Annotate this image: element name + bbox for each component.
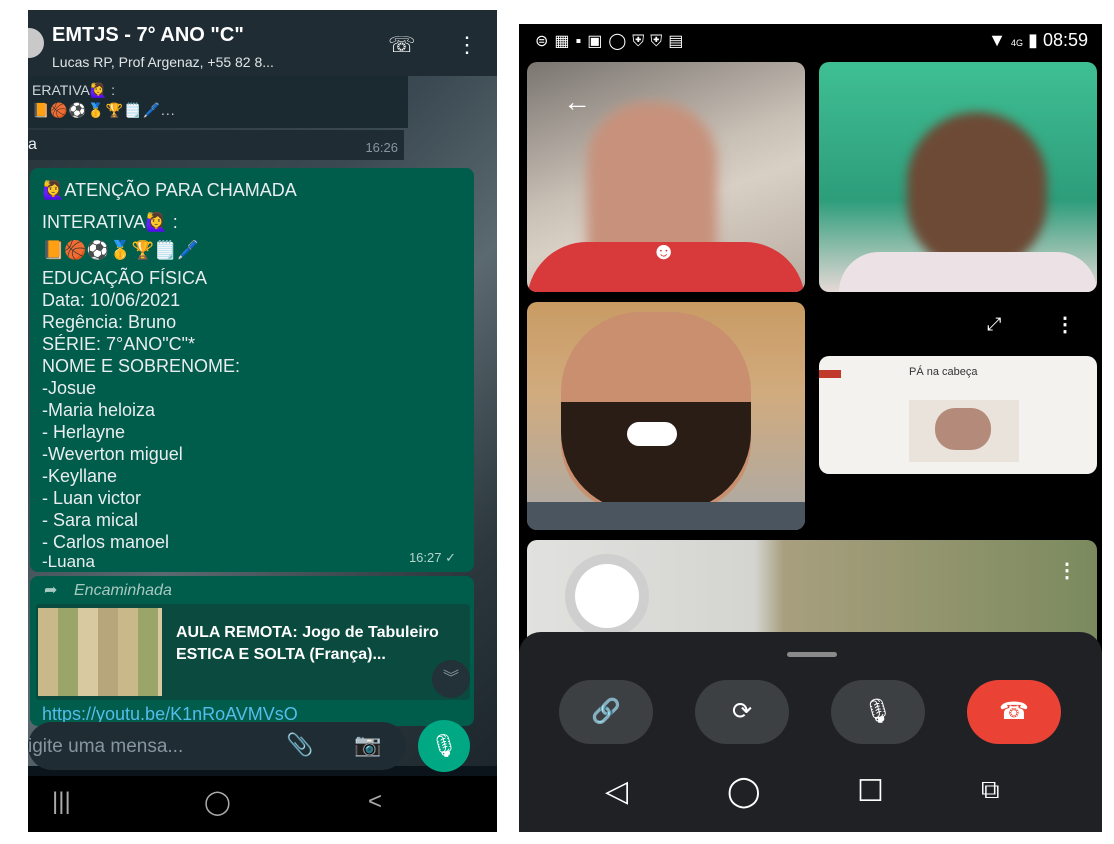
network-label: 4G — [1011, 38, 1024, 48]
status-bar: ⊜▦▪▣◯⛨⛨▤ ▼ 4G ▮ 08:59 — [519, 24, 1102, 58]
message-line: INTERATIVA🙋‍♀️ : — [42, 212, 178, 232]
participant-tile[interactable]: ← ☻ — [527, 62, 805, 292]
link-preview-thumbnail — [38, 608, 162, 696]
flip-camera-icon[interactable]: ⟳ — [695, 680, 789, 744]
call-controls: 🔗 ⟳ 🎙 ☎ ◁ ◯ ☐ ⧉ — [519, 632, 1102, 832]
notification-icons: ⊜▦▪▣◯⛨⛨▤ — [535, 33, 690, 50]
home-button[interactable]: ◯ — [204, 788, 231, 817]
effects-icon[interactable]: ☻ — [651, 238, 676, 266]
screen-share-slide[interactable]: PÁ na cabeça — [819, 356, 1097, 474]
attendance-message[interactable]: 🙋‍♀️ATENÇÃO PARA CHAMADA INTERATIVA🙋‍♀️ … — [30, 168, 474, 572]
android-nav-bar: ||| ◯ < — [28, 776, 497, 832]
message-line: Data: 10/06/2021 — [42, 290, 181, 310]
self-avatar-inner — [575, 564, 639, 628]
video-call-panel: ⊜▦▪▣◯⛨⛨▤ ▼ 4G ▮ 08:59 ← ☻ ⤢ ⋮ PÁ na cabe… — [519, 24, 1102, 832]
quoted-line-2: 📙🏀⚽🥇🏆🗒️🖊️... — [32, 102, 176, 118]
message-line: -Maria heloiza — [42, 400, 156, 420]
message-line: -Weverton miguel — [42, 444, 183, 464]
slide-accent — [819, 370, 841, 378]
slide-figure — [935, 408, 991, 450]
previous-message-time: 16:26 — [365, 140, 398, 155]
clock: 08:59 — [1042, 30, 1088, 50]
message-line: - Herlayne — [42, 422, 126, 442]
wifi-icon: ▼ — [988, 30, 1006, 50]
participant-body — [839, 252, 1097, 292]
more-vert-icon[interactable]: ⋮ — [1055, 312, 1075, 337]
message-time: 16:27 ✓ — [408, 550, 456, 565]
more-vert-icon[interactable]: ⋮ — [1057, 558, 1077, 583]
quoted-line-1: ERATIVA🙋‍♀️ : — [32, 82, 116, 98]
message-line: EDUCAÇÃO FÍSICA — [42, 268, 208, 288]
presentation-controls: ⤢ ⋮ — [819, 314, 1097, 344]
home-button[interactable]: ◯ — [727, 774, 761, 809]
group-title[interactable]: EMTJS - 7° ANO "C" — [52, 24, 244, 47]
back-arrow-icon[interactable]: ← — [563, 86, 591, 118]
more-vert-icon[interactable]: ⋮ — [456, 32, 478, 58]
message-line: -Keyllane — [42, 466, 118, 486]
group-members[interactable]: Lucas RP, Prof Argenaz, +55 82 8... — [52, 54, 274, 70]
participant-body — [527, 502, 805, 530]
message-line: -Luana — [42, 552, 95, 571]
fullscreen-icon[interactable]: ⤢ — [987, 314, 1001, 335]
message-input-placeholder: igite uma mensa... — [28, 736, 184, 757]
participant-mouth — [627, 422, 677, 446]
status-right: ▼ 4G ▮ 08:59 — [988, 30, 1088, 51]
message-input[interactable]: igite uma mensa... 📎 📷 — [28, 722, 406, 770]
slide-title: PÁ na cabeça — [909, 366, 978, 378]
forwarded-label: Encaminhada — [74, 582, 172, 599]
previous-message[interactable]: a 16:26 — [28, 130, 404, 160]
group-avatar[interactable] — [28, 28, 44, 58]
mic-icon[interactable]: 🎙 — [831, 680, 925, 744]
message-line: - Luan victor — [42, 488, 142, 508]
link-preview-title: AULA REMOTA: Jogo de Tabuleiro ESTICA E … — [176, 624, 439, 663]
link-preview-card[interactable]: AULA REMOTA: Jogo de Tabuleiro ESTICA E … — [36, 604, 470, 700]
scroll-down-icon[interactable]: ︾ — [432, 660, 470, 698]
whatsapp-panel: EMTJS - 7° ANO "C" Lucas RP, Prof Argena… — [28, 10, 497, 832]
message-line: SÉRIE: 7°ANO"C"* — [42, 334, 196, 354]
camera-icon[interactable]: 📷 — [354, 732, 381, 758]
participant-face — [907, 112, 1047, 272]
sheet-handle[interactable] — [787, 652, 837, 657]
message-line: - Sara mical — [42, 510, 139, 530]
chat-header[interactable]: EMTJS - 7° ANO "C" Lucas RP, Prof Argena… — [28, 10, 497, 76]
recents-button[interactable]: ||| — [52, 788, 71, 816]
forwarded-message[interactable]: ➦ Encaminhada AULA REMOTA: Jogo de Tabul… — [30, 576, 474, 726]
hang-up-icon[interactable]: ☎ — [967, 680, 1061, 744]
forward-icon: ➦ — [44, 582, 58, 599]
back-button[interactable]: < — [368, 788, 382, 816]
message-line: -Josue — [42, 378, 97, 398]
message-line: 🙋‍♀️ATENÇÃO PARA CHAMADA — [42, 180, 297, 200]
switch-app-icon[interactable]: ⧉ — [981, 774, 1000, 806]
add-call-icon[interactable]: ☏ — [388, 32, 416, 58]
quoted-message[interactable]: ERATIVA🙋‍♀️ : 📙🏀⚽🥇🏆🗒️🖊️... — [28, 76, 408, 128]
message-line: - Carlos manoel — [42, 532, 170, 552]
message-line: Regência: Bruno — [42, 312, 177, 332]
battery-icon: ▮ — [1028, 30, 1038, 50]
previous-message-text: a — [28, 136, 37, 153]
message-line: 📙🏀⚽🥇🏆🗒️🖊️ — [42, 240, 199, 260]
participant-tile[interactable] — [819, 62, 1097, 292]
link-icon[interactable]: 🔗 — [559, 680, 653, 744]
recents-button[interactable]: ☐ — [857, 774, 884, 809]
back-button[interactable]: ◁ — [605, 774, 628, 809]
voice-message-button[interactable]: 🎙 — [418, 720, 470, 772]
message-line: NOME E SOBRENOME: — [42, 356, 241, 376]
teacher-tile[interactable] — [527, 302, 805, 530]
attach-icon[interactable]: 📎 — [286, 732, 313, 758]
